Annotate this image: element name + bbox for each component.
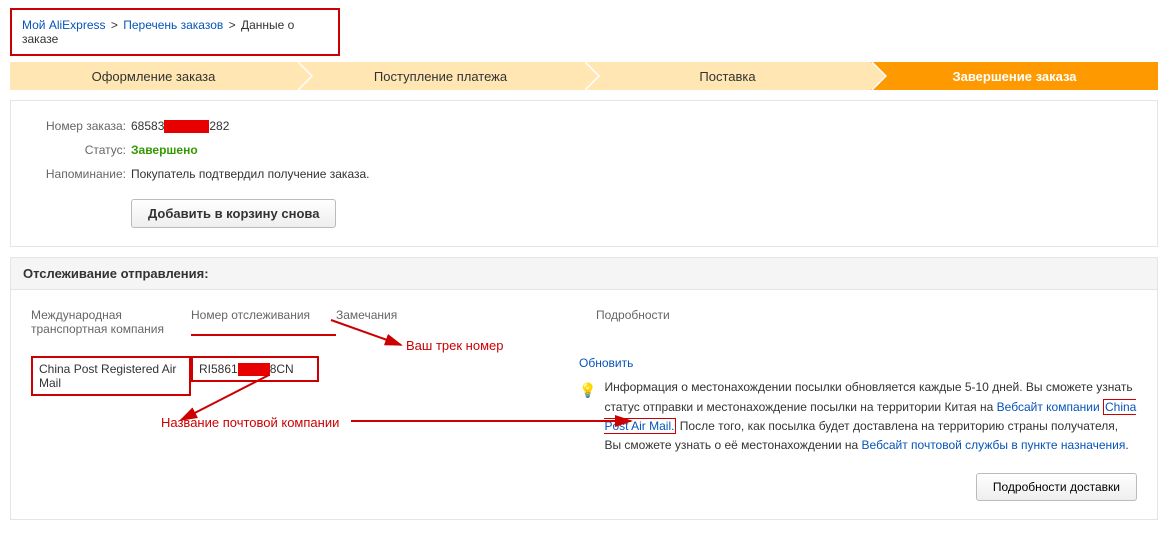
refresh-link[interactable]: Обновить bbox=[579, 356, 1137, 370]
redacted-block bbox=[164, 120, 209, 133]
status-label: Статус: bbox=[31, 143, 131, 157]
bulb-icon: 💡 bbox=[579, 379, 596, 455]
th-details: Подробности bbox=[596, 308, 690, 336]
shipping-company: China Post Registered Air Mail bbox=[31, 356, 191, 396]
step-shipping: Поставка bbox=[584, 62, 871, 90]
anno-track-number: Ваш трек номер bbox=[406, 338, 503, 353]
th-remarks: Замечания bbox=[336, 308, 596, 336]
shipping-details-text: 💡 Информация о местонахождении посылки о… bbox=[579, 378, 1137, 455]
redacted-block bbox=[238, 363, 270, 376]
delivery-details-button[interactable]: Подробности доставки bbox=[976, 473, 1137, 501]
th-company: Международная транспортная компания bbox=[31, 308, 191, 336]
step-complete: Завершение заказа bbox=[871, 62, 1158, 90]
breadcrumb: Мой AliExpress > Перечень заказов > Данн… bbox=[10, 8, 340, 56]
breadcrumb-home-link[interactable]: Мой AliExpress bbox=[22, 18, 106, 32]
order-info-panel: Номер заказа: 68583282 Статус: Завершено… bbox=[10, 100, 1158, 247]
reminder-label: Напоминание: bbox=[31, 167, 131, 181]
tracking-number: RI58618CN bbox=[191, 356, 319, 382]
add-to-cart-button[interactable]: Добавить в корзину снова bbox=[131, 199, 336, 228]
step-payment: Поступление платежа bbox=[297, 62, 584, 90]
order-number-label: Номер заказа: bbox=[31, 119, 131, 133]
breadcrumb-sep: > bbox=[229, 18, 236, 32]
reminder-value: Покупатель подтвердил получение заказа. bbox=[131, 167, 370, 181]
status-value: Завершено bbox=[131, 143, 198, 157]
breadcrumb-sep: > bbox=[111, 18, 118, 32]
breadcrumb-orders-link[interactable]: Перечень заказов bbox=[123, 18, 223, 32]
dest-postal-link[interactable]: Вебсайт почтовой службы в пункте назначе… bbox=[862, 438, 1126, 452]
tracking-panel: Отслеживание отправления: Международная … bbox=[10, 257, 1158, 520]
tracking-header: Отслеживание отправления: bbox=[11, 258, 1157, 290]
order-number-value: 68583282 bbox=[131, 119, 229, 133]
step-order: Оформление заказа bbox=[10, 62, 297, 90]
th-trackno: Номер отслеживания bbox=[191, 308, 336, 336]
progress-steps: Оформление заказа Поступление платежа По… bbox=[10, 62, 1158, 90]
